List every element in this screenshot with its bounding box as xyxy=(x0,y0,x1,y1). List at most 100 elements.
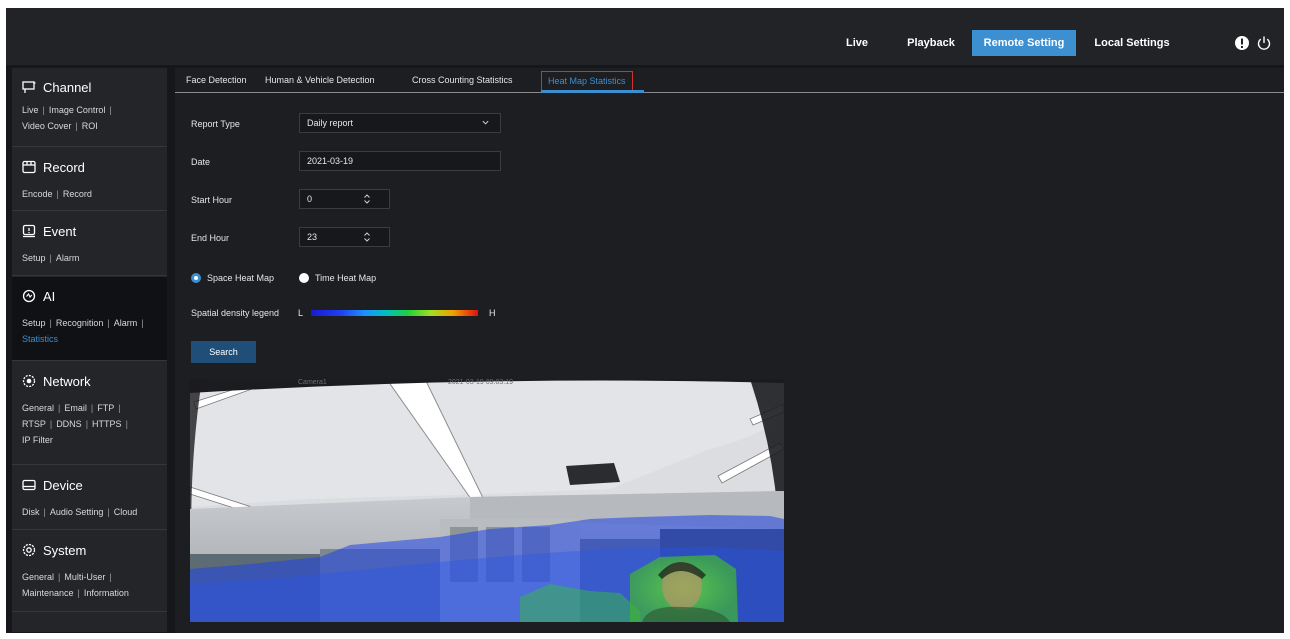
sidebar-link-email[interactable]: Email xyxy=(64,403,87,413)
space-heat-map-radio[interactable]: Space Heat Map xyxy=(191,273,274,283)
ai-icon xyxy=(22,289,36,303)
sidebar-link-multi-user[interactable]: Multi-User xyxy=(64,572,105,582)
end-hour-value: 23 xyxy=(307,232,318,242)
sidebar-section-system: System General | Multi-User | Maintenance | I… xyxy=(12,531,167,612)
sidebar-link-system-general[interactable]: General xyxy=(22,572,54,582)
density-legend-bar xyxy=(311,310,478,316)
sidebar-header-system[interactable]: System xyxy=(22,541,86,559)
info-icon[interactable] xyxy=(1234,35,1250,51)
spinner-arrows-icon[interactable] xyxy=(363,193,371,205)
sidebar-link-record[interactable]: Record xyxy=(63,189,92,199)
search-button[interactable]: Search xyxy=(191,341,256,363)
sidebar-link-recognition[interactable]: Recognition xyxy=(56,318,104,328)
sidebar-links-device: Disk | Audio Setting | Cloud xyxy=(22,507,138,517)
legend-high: H xyxy=(489,308,496,318)
sidebar-header-event[interactable]: Event xyxy=(22,222,76,240)
sidebar-link-ddns[interactable]: DDNS xyxy=(56,419,82,429)
legend-label: Spatial density legend xyxy=(191,308,280,318)
sidebar-link-ai-setup[interactable]: Setup xyxy=(22,318,46,328)
sidebar-links-network: General | Email | FTP | RTSP | DDNS | HTTPS | IP F… xyxy=(22,403,128,445)
sidebar-link-https[interactable]: HTTPS xyxy=(92,419,122,429)
tab-bar: Face Detection Human & Vehicle Detection… xyxy=(175,68,1284,93)
sidebar-title-channel: Channel xyxy=(43,79,92,95)
system-icon xyxy=(22,543,36,557)
sidebar-section-device: Device Disk | Audio Setting | Cloud xyxy=(12,466,167,530)
time-heat-map-label: Time Heat Map xyxy=(315,273,377,283)
sidebar-link-information[interactable]: Information xyxy=(84,588,129,598)
sidebar-link-audio-setting[interactable]: Audio Setting xyxy=(50,507,104,517)
tab-human-vehicle-detection[interactable]: Human & Vehicle Detection xyxy=(265,75,375,85)
sidebar-links-event: Setup | Alarm xyxy=(22,253,80,263)
date-field[interactable]: 2021-03-19 xyxy=(299,151,501,171)
sidebar-link-video-cover[interactable]: Video Cover xyxy=(22,121,71,131)
sidebar-section-event: Event Setup | Alarm xyxy=(12,212,167,276)
sidebar-title-ai: AI xyxy=(43,288,56,304)
date-value: 2021-03-19 xyxy=(307,156,354,166)
tab-face-detection[interactable]: Face Detection xyxy=(186,75,247,85)
radio-selected-icon xyxy=(191,273,201,283)
sidebar-title-device: Device xyxy=(43,477,83,493)
end-hour-stepper[interactable]: 23 xyxy=(299,227,390,247)
radio-unselected-icon xyxy=(299,273,309,283)
sidebar-section-record: Record Encode | Record xyxy=(12,148,167,211)
sidebar-title-system: System xyxy=(43,542,87,558)
timestamp-overlay: 2021-03-19 09:03:19 xyxy=(448,379,513,386)
sidebar-section-network: Network General | Email | FTP | RTSP | DDNS | HTT… xyxy=(12,362,167,465)
sidebar-link-encode[interactable]: Encode xyxy=(22,189,53,199)
top-bar: Live Playback Remote Setting Local Setti… xyxy=(6,8,1284,65)
sidebar-header-network[interactable]: Network xyxy=(22,372,91,390)
sidebar-header-channel[interactable]: Channel xyxy=(22,78,91,96)
network-icon xyxy=(22,374,36,388)
nav-live[interactable]: Live xyxy=(835,30,879,56)
start-hour-label: Start Hour xyxy=(191,195,233,205)
tab-heat-map-statistics[interactable]: Heat Map Statistics xyxy=(541,71,633,91)
start-hour-value: 0 xyxy=(307,194,313,204)
sidebar-link-roi[interactable]: ROI xyxy=(82,121,98,131)
sidebar-link-maintenance[interactable]: Maintenance xyxy=(22,588,74,598)
sidebar-link-ftp[interactable]: FTP xyxy=(97,403,114,413)
sidebar-links-ai: Setup | Recognition | Alarm | Statistics xyxy=(22,318,144,344)
sidebar-link-alarm[interactable]: Alarm xyxy=(56,253,80,263)
power-icon[interactable] xyxy=(1256,35,1272,51)
sidebar-link-setup[interactable]: Setup xyxy=(22,253,46,263)
record-icon xyxy=(22,160,36,174)
content-panel: Face Detection Human & Vehicle Detection… xyxy=(175,68,1284,633)
nav-playback[interactable]: Playback xyxy=(895,30,967,56)
sidebar-links-system: General | Multi-User | Maintenance | Informat… xyxy=(22,572,129,598)
tab-cross-counting-statistics[interactable]: Cross Counting Statistics xyxy=(412,75,513,85)
report-type-select[interactable]: Daily report xyxy=(299,113,501,133)
app-frame: Live Playback Remote Setting Local Setti… xyxy=(6,8,1284,633)
sidebar-links-record: Encode | Record xyxy=(22,189,92,199)
legend-low: L xyxy=(298,308,304,318)
sidebar-link-cloud[interactable]: Cloud xyxy=(114,507,138,517)
active-tab-indicator xyxy=(541,90,644,93)
spinner-arrows-icon[interactable] xyxy=(363,231,371,243)
event-icon xyxy=(22,224,36,238)
time-heat-map-radio[interactable]: Time Heat Map xyxy=(299,273,376,283)
report-type-value: Daily report xyxy=(307,118,354,128)
sidebar-link-ip-filter[interactable]: IP Filter xyxy=(22,435,53,445)
start-hour-stepper[interactable]: 0 xyxy=(299,189,390,209)
sidebar-link-rtsp[interactable]: RTSP xyxy=(22,419,46,429)
device-icon xyxy=(22,479,36,491)
nav-remote-setting[interactable]: Remote Setting xyxy=(972,30,1076,56)
chevron-down-icon xyxy=(482,120,489,125)
sidebar-link-ai-alarm[interactable]: Alarm xyxy=(114,318,138,328)
sidebar-link-general[interactable]: General xyxy=(22,403,54,413)
space-heat-map-label: Space Heat Map xyxy=(207,273,275,283)
sidebar-link-disk[interactable]: Disk xyxy=(22,507,40,517)
sidebar-title-network: Network xyxy=(43,373,91,389)
sidebar-header-device[interactable]: Device xyxy=(22,476,83,494)
sidebar-link-live[interactable]: Live xyxy=(22,105,39,115)
sidebar-header-record[interactable]: Record xyxy=(22,158,85,176)
heat-map-image xyxy=(190,379,784,622)
sidebar: Channel Live | Image Control | Video Cover |… xyxy=(12,68,167,632)
sidebar-link-statistics[interactable]: Statistics xyxy=(22,334,58,344)
sidebar-section-channel: Channel Live | Image Control | Video Cover |… xyxy=(12,68,167,147)
nav-local-settings[interactable]: Local Settings xyxy=(1087,30,1177,56)
sidebar-link-image-control[interactable]: Image Control xyxy=(49,105,106,115)
sidebar-header-ai[interactable]: AI xyxy=(22,287,55,305)
sidebar-section-ai: AI Setup | Recognition | Alarm | Statistics xyxy=(12,277,167,361)
sidebar-title-event: Event xyxy=(43,223,77,239)
channel-icon xyxy=(22,81,36,93)
